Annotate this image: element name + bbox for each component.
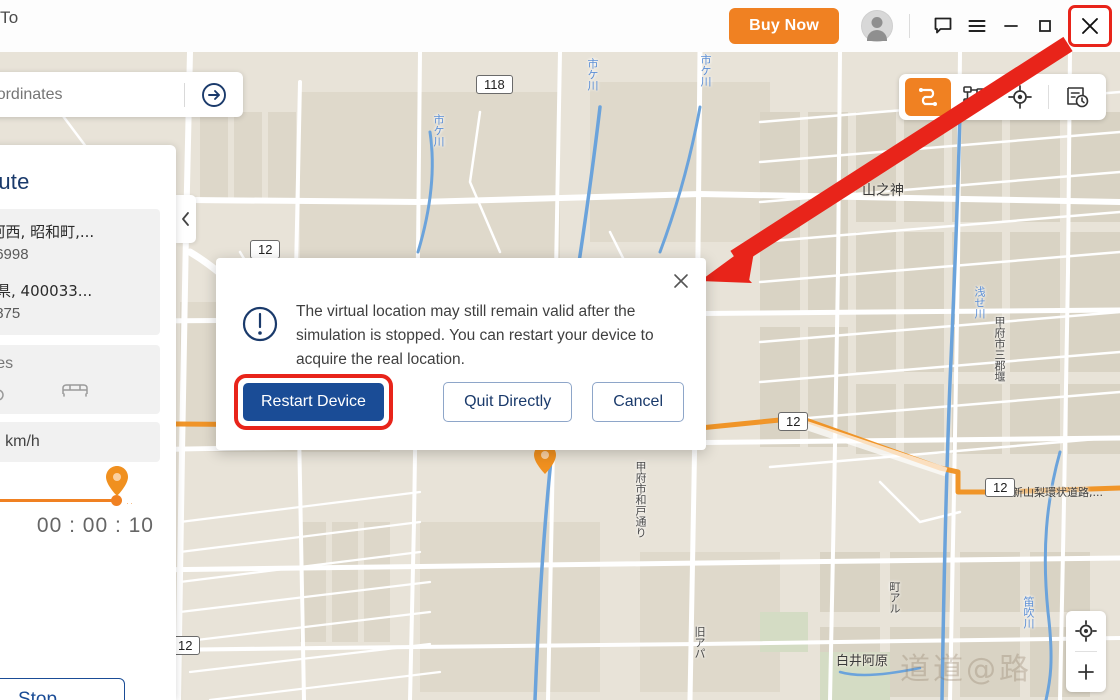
route-sidepanel: r Route 線, 河西, 昭和町,... 8.516998 山梨県, 400… — [0, 145, 176, 700]
dialog-message: The virtual location may still remain va… — [296, 303, 654, 369]
locate-crosshair-icon[interactable] — [1066, 611, 1106, 651]
map-zoom-controls — [1066, 611, 1106, 692]
avatar[interactable] — [861, 10, 893, 42]
moves-label: Moves — [0, 355, 14, 372]
buy-now-button[interactable]: Buy Now — [729, 8, 839, 44]
route-end-place: 山梨県, 400033... — [0, 282, 93, 300]
speed-display: s 7.2 km/h — [0, 422, 160, 462]
highway-shield: 12 — [778, 412, 809, 431]
zoom-in-icon[interactable] — [1066, 652, 1106, 692]
confirm-dialog: The virtual location may still remain va… — [216, 258, 706, 450]
window-titlebar: To Buy Now — [0, 0, 1120, 52]
warning-exclamation-icon — [240, 304, 280, 349]
search-input[interactable] — [0, 85, 184, 104]
chevron-left-icon — [182, 212, 189, 226]
titlebar-divider — [909, 14, 910, 38]
titlebar-actions: Buy Now — [729, 0, 1116, 52]
route-start-coord: 8.516998 — [0, 246, 29, 263]
route-start-row: 線, 河西, 昭和町,... 8.516998 — [0, 221, 148, 263]
progress-knob[interactable] — [111, 495, 122, 506]
route-mode-icon[interactable] — [905, 78, 951, 116]
teleport-mode-icon[interactable] — [997, 78, 1043, 116]
restart-button-highlight: Restart Device — [234, 374, 393, 430]
map-mode-toolbar — [899, 74, 1106, 120]
multi-stop-route-icon[interactable] — [951, 78, 997, 116]
dialog-close-icon[interactable] — [666, 266, 696, 296]
quit-directly-button[interactable]: Quit Directly — [443, 382, 573, 422]
progress-track — [0, 499, 118, 502]
restart-device-button[interactable]: Restart Device — [243, 383, 384, 421]
history-icon[interactable] — [1054, 78, 1100, 116]
highway-shield: 12 — [250, 240, 281, 259]
route-progress-slider[interactable]: ·· — [0, 466, 160, 512]
page-title: r Route — [0, 169, 30, 194]
hamburger-menu-icon[interactable] — [960, 9, 994, 43]
car-icon[interactable] — [60, 379, 90, 406]
toolbar-divider — [1048, 85, 1049, 109]
route-info-card: 線, 河西, 昭和町,... 8.516998 山梨県, 400033... .… — [0, 209, 160, 335]
maximize-icon[interactable] — [1028, 9, 1062, 43]
close-icon[interactable] — [1073, 9, 1107, 43]
move-mode-group — [0, 379, 148, 406]
route-end-row: 山梨県, 400033... .499875 — [0, 280, 148, 322]
highway-shield: 118 — [476, 75, 513, 94]
route-end-coord: .499875 — [0, 305, 21, 322]
sidepanel-collapse-toggle[interactable] — [176, 195, 196, 243]
titlebar-left-text: To — [0, 8, 19, 27]
arrow-right-circle-icon[interactable] — [185, 72, 243, 117]
feedback-icon[interactable] — [926, 9, 960, 43]
close-button-highlight — [1068, 5, 1112, 47]
gps-search-bar — [0, 72, 243, 117]
minimize-icon[interactable] — [994, 9, 1028, 43]
bicycle-icon[interactable] — [0, 379, 4, 406]
cancel-button[interactable]: Cancel — [592, 382, 684, 422]
elapsed-timer: 00 : 00 : 10 — [36, 514, 154, 537]
moves-card: Moves — [0, 345, 160, 414]
highway-shield: 12 — [985, 478, 1016, 497]
application-window: 山之神 白井阿原 新山梨環状道路,... 市ケ川 市ケ川 市ケ川 滄川 浅せ川 … — [0, 0, 1120, 700]
route-start-place: 線, 河西, 昭和町,... — [0, 223, 95, 241]
dialog-actions: Restart Device Quit Directly Cancel — [216, 374, 706, 430]
progress-marker-pin — [106, 466, 128, 496]
dialog-body: The virtual location may still remain va… — [216, 258, 706, 372]
stop-button[interactable]: Stop — [0, 678, 125, 700]
progress-dots: ·· — [126, 498, 134, 508]
